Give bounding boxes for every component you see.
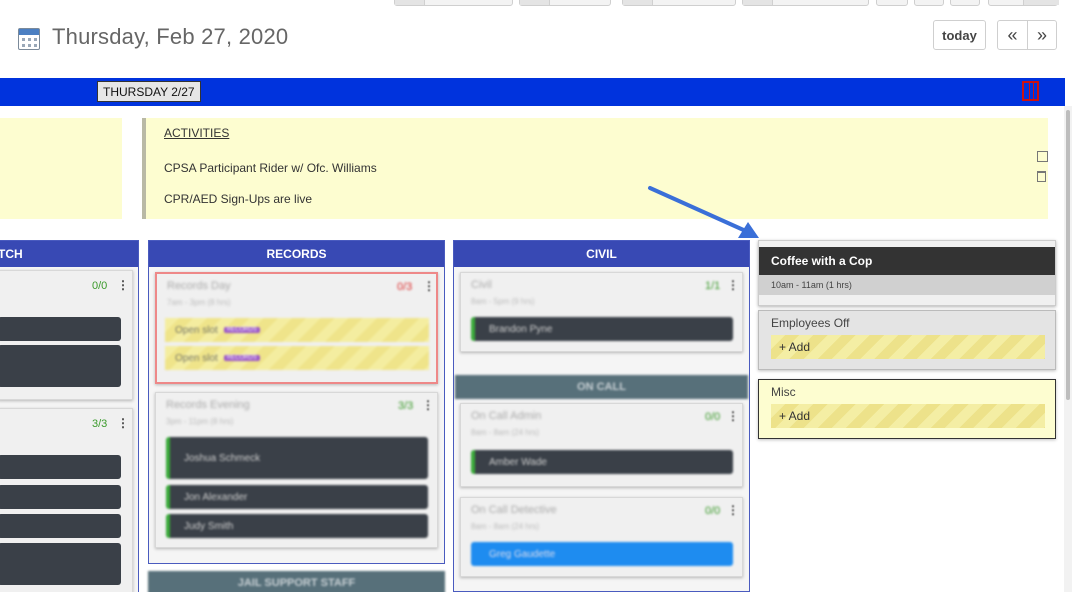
shift-count: 0/0 [705,505,721,517]
assigned-person[interactable] [0,543,121,585]
annotation-arrow-icon [648,186,759,238]
add-employee-off-button[interactable]: + Add [771,335,1045,359]
kebab-icon[interactable]: ⋮ [727,278,739,292]
activities-note: ACTIVITIES CPSA Participant Rider w/ Ofc… [142,118,1048,219]
kebab-icon[interactable]: ⋮ [117,416,129,430]
shift-card[interactable]: On Call Admin 8am - 8am (24 hrs) 0/0 ⋮ A… [460,403,743,487]
assigned-person[interactable]: Judy Smith [166,514,428,538]
shift-title: Records Day [167,280,231,292]
shift-count: 3/3 [92,418,108,430]
shift-count: 0/0 [92,280,108,292]
kebab-icon[interactable]: ⋮ [422,398,434,412]
scrollbar-thumb[interactable] [1066,110,1070,400]
section-header: ON CALL [455,375,748,399]
book-icon[interactable] [1022,81,1039,101]
event-title: Coffee with a Cop [759,247,1055,275]
shift-title: Civil [471,279,492,291]
toolbar-button[interactable] [622,0,736,6]
shift-count: 1/1 [705,280,721,292]
add-misc-button[interactable]: + Add [771,404,1045,428]
open-slot[interactable]: Open slot RECORDS [165,346,429,370]
shift-card[interactable]: 0/0 ⋮ [0,270,133,400]
toolbar-button[interactable] [950,0,980,6]
page-title: Thursday, Feb 27, 2020 [52,24,289,49]
previous-button[interactable]: « [997,20,1028,50]
column-header: TCH [0,241,138,267]
shift-time: 8am - 8am (24 hrs) [471,522,540,531]
toolbar-button[interactable] [742,0,869,6]
event-card-coffee[interactable]: Coffee with a Cop 10am - 11am (1 hrs) [758,240,1056,306]
assigned-person[interactable] [0,345,121,387]
employees-off-card: Employees Off + Add [758,310,1056,370]
toolbar-button[interactable] [394,0,513,6]
toolbar-button[interactable] [876,0,908,6]
note-panel [0,118,122,219]
assigned-person[interactable] [0,485,121,509]
assigned-person[interactable]: Amber Wade [471,450,733,474]
column-header: RECORDS [149,241,444,267]
calendar-icon [18,28,40,50]
shift-count: 3/3 [398,400,414,412]
toolbar-button[interactable] [519,0,611,6]
trash-icon[interactable] [1037,171,1046,182]
assigned-person[interactable]: Greg Gaudette [471,542,733,566]
shift-title: Records Evening [166,399,250,411]
assigned-person[interactable]: Brandon Pyne [471,317,733,341]
employees-off-label: Employees Off [771,316,850,330]
open-slot[interactable]: Open slot RECORDS [165,318,429,342]
misc-label: Misc [771,385,796,399]
assigned-person[interactable]: Joshua Schmeck [166,437,428,479]
toolbar-button[interactable] [988,0,1059,6]
shift-title: On Call Detective [471,504,557,516]
shift-time: 8am - 8am (24 hrs) [471,428,540,437]
shift-card[interactable]: Civil 8am - 5pm (9 hrs) 1/1 ⋮ Brandon Py… [460,272,743,352]
activities-title: ACTIVITIES [164,126,230,140]
shift-card[interactable]: Records Evening 3pm - 11pm (8 hrs) 3/3 ⋮… [155,392,438,548]
section-header: JAIL SUPPORT STAFF [148,571,445,592]
shift-title: On Call Admin [471,410,542,422]
next-button[interactable]: » [1027,20,1057,50]
calendar-page: Thursday, Feb 27, 2020 today « » THURSDA… [0,0,1072,592]
shift-count: 0/0 [705,411,721,423]
shift-card[interactable]: Records Day 7am - 3pm (8 hrs) 0/3 ⋮ Open… [155,272,438,384]
shift-card[interactable]: On Call Detective 8am - 8am (24 hrs) 0/0… [460,497,743,577]
assigned-person[interactable] [0,455,121,479]
shift-card[interactable]: 3/3 ⋮ [0,408,133,592]
today-button[interactable]: today [933,20,986,50]
day-label[interactable]: THURSDAY 2/27 [97,81,201,102]
shift-count: 0/3 [397,281,413,293]
kebab-icon[interactable]: ⋮ [727,409,739,423]
misc-card: Misc + Add [758,379,1056,439]
assigned-person[interactable] [0,514,121,538]
kebab-icon[interactable]: ⋮ [117,278,129,292]
assigned-person[interactable] [0,317,121,341]
kebab-icon[interactable]: ⋮ [727,503,739,517]
assigned-person[interactable]: Jon Alexander [166,485,428,509]
toolbar-button[interactable] [914,0,944,6]
shift-time: 7am - 3pm (8 hrs) [167,298,231,307]
note-edit-icon[interactable] [1037,151,1048,162]
event-time: 10am - 11am (1 hrs) [759,275,1055,295]
activity-line: CPSA Participant Rider w/ Ofc. Williams [164,161,377,175]
activity-line: CPR/AED Sign-Ups are live [164,192,313,206]
shift-time: 3pm - 11pm (8 hrs) [166,417,234,426]
shift-time: 8am - 5pm (9 hrs) [471,297,535,306]
kebab-icon[interactable]: ⋮ [423,279,435,293]
